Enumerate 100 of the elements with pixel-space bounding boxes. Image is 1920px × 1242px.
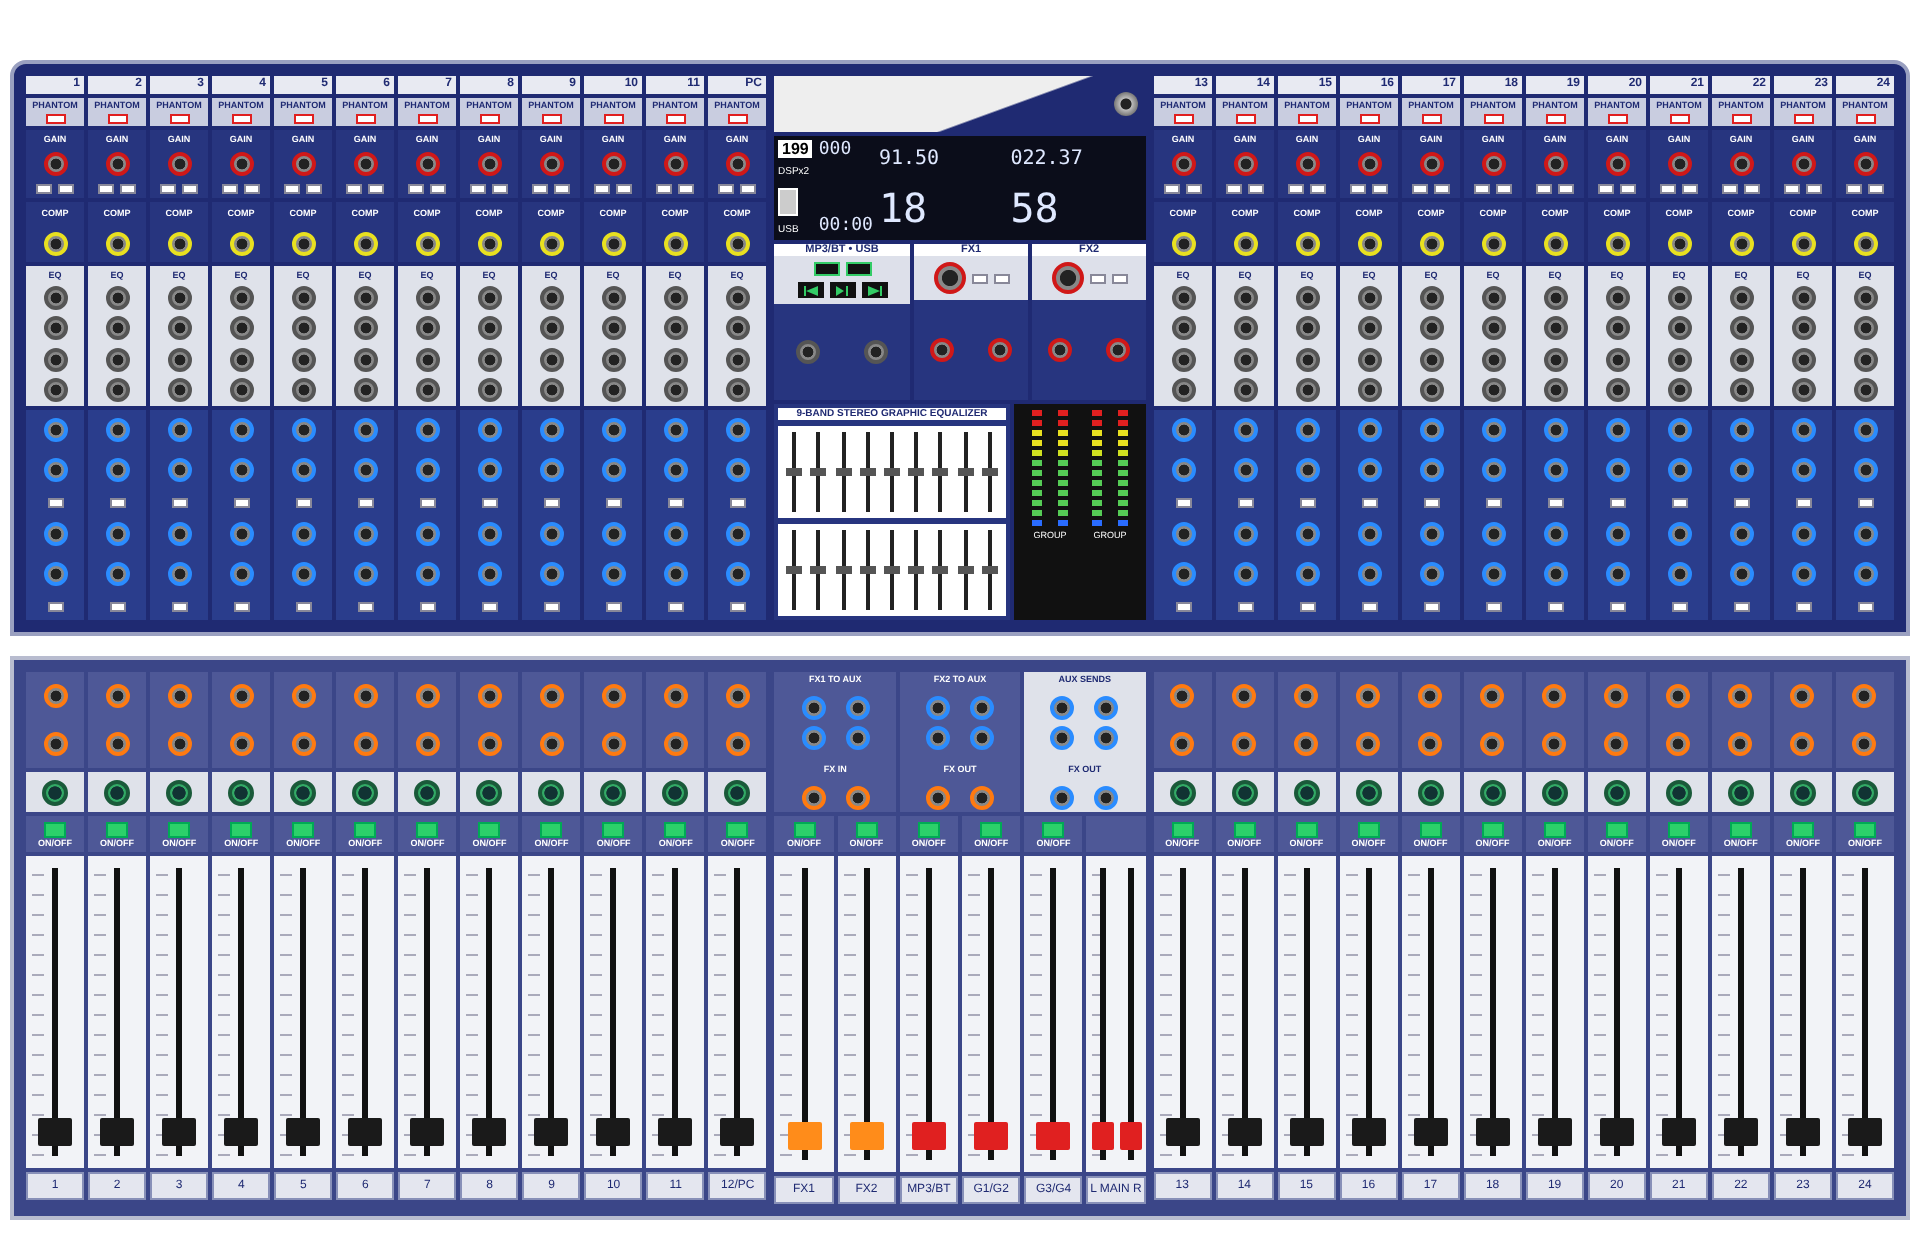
pre-button[interactable]	[1733, 602, 1749, 613]
knob[interactable]	[229, 286, 253, 311]
pre-button[interactable]	[729, 602, 745, 613]
phantom-button[interactable]	[1607, 114, 1627, 124]
knob[interactable]	[415, 732, 440, 756]
knob[interactable]	[1481, 316, 1505, 341]
knob[interactable]	[477, 316, 501, 341]
fader-cap[interactable]	[224, 1118, 259, 1147]
knob[interactable]	[663, 732, 688, 756]
pre-button[interactable]	[543, 497, 559, 508]
knob[interactable]	[1853, 316, 1877, 341]
knob[interactable]	[1094, 785, 1119, 810]
knob[interactable]	[1853, 347, 1877, 372]
pre-button[interactable]	[605, 497, 621, 508]
knob[interactable]	[662, 779, 689, 805]
fader-cap[interactable]	[1785, 1118, 1820, 1147]
knob[interactable]	[663, 347, 687, 372]
knob[interactable]	[801, 785, 826, 810]
fader-cap[interactable]	[658, 1118, 693, 1147]
pre-button[interactable]	[1423, 497, 1439, 508]
pre-button[interactable]	[1609, 602, 1625, 613]
phantom-button[interactable]	[603, 114, 623, 124]
knob[interactable]	[1050, 726, 1075, 751]
knob[interactable]	[353, 347, 377, 372]
knob[interactable]	[477, 684, 502, 708]
fader-cap[interactable]	[720, 1118, 755, 1147]
knob[interactable]	[1171, 378, 1195, 403]
knob[interactable]	[1666, 732, 1691, 756]
knob[interactable]	[1543, 347, 1567, 372]
knob[interactable]	[1232, 732, 1257, 756]
knob[interactable]	[1481, 286, 1505, 311]
knob[interactable]	[105, 684, 130, 708]
knob[interactable]	[167, 347, 191, 372]
knob[interactable]	[1604, 684, 1629, 708]
knob[interactable]	[1295, 286, 1319, 311]
phantom-button[interactable]	[355, 114, 375, 124]
knob[interactable]	[1355, 779, 1382, 805]
pre-button[interactable]	[1609, 497, 1625, 508]
eq-slider[interactable]	[957, 468, 974, 476]
knob[interactable]	[1419, 378, 1443, 403]
eq-slider[interactable]	[932, 468, 949, 476]
knob[interactable]	[229, 684, 254, 708]
knob[interactable]	[1294, 684, 1319, 708]
fader-cap[interactable]	[1537, 1118, 1572, 1147]
pre-button[interactable]	[1423, 602, 1439, 613]
fader-cap[interactable]	[1475, 1118, 1510, 1147]
knob[interactable]	[291, 732, 316, 756]
fader-cap[interactable]	[1723, 1118, 1758, 1147]
pre-button[interactable]	[419, 497, 435, 508]
knob[interactable]	[167, 378, 191, 403]
pre-button[interactable]	[47, 602, 63, 613]
knob[interactable]	[1790, 684, 1815, 708]
fader-cap[interactable]	[162, 1118, 197, 1147]
knob[interactable]	[1852, 684, 1877, 708]
knob[interactable]	[43, 316, 67, 341]
phantom-button[interactable]	[107, 114, 127, 124]
pre-button[interactable]	[481, 497, 497, 508]
knob[interactable]	[725, 732, 750, 756]
knob[interactable]	[1665, 779, 1692, 805]
knob[interactable]	[1853, 378, 1877, 403]
eq-slider[interactable]	[883, 566, 900, 574]
knob[interactable]	[1232, 684, 1257, 708]
phantom-button[interactable]	[479, 114, 499, 124]
phantom-button[interactable]	[1359, 114, 1379, 124]
on-off-button[interactable]	[1295, 821, 1318, 837]
pre-button[interactable]	[481, 602, 497, 613]
knob[interactable]	[414, 779, 441, 805]
knob[interactable]	[1667, 378, 1691, 403]
knob[interactable]	[933, 262, 965, 294]
knob[interactable]	[105, 316, 129, 341]
knob[interactable]	[167, 286, 191, 311]
knob[interactable]	[1605, 347, 1629, 372]
fader-cap[interactable]	[1227, 1118, 1262, 1147]
knob[interactable]	[1791, 286, 1815, 311]
knob[interactable]	[601, 378, 625, 403]
knob[interactable]	[477, 378, 501, 403]
on-off-button[interactable]	[168, 821, 191, 837]
on-off-button[interactable]	[726, 821, 749, 837]
fader-cap[interactable]	[1847, 1118, 1882, 1147]
pre-button[interactable]	[667, 497, 683, 508]
knob[interactable]	[415, 347, 439, 372]
knob[interactable]	[477, 286, 501, 311]
knob[interactable]	[1169, 779, 1196, 805]
phantom-button[interactable]	[293, 114, 313, 124]
play-pause-button[interactable]	[829, 282, 855, 298]
fader-cap[interactable]	[596, 1118, 631, 1147]
phantom-button[interactable]	[1545, 114, 1565, 124]
knob[interactable]	[43, 286, 67, 311]
on-off-button[interactable]	[1419, 821, 1442, 837]
knob[interactable]	[352, 779, 379, 805]
pre-button[interactable]	[1857, 602, 1873, 613]
knob[interactable]	[415, 286, 439, 311]
pre-button[interactable]	[1299, 602, 1315, 613]
pre-button[interactable]	[233, 602, 249, 613]
fader-cap[interactable]	[1599, 1118, 1634, 1147]
knob[interactable]	[1094, 696, 1119, 721]
knob[interactable]	[43, 378, 67, 403]
knob[interactable]	[601, 286, 625, 311]
knob[interactable]	[1295, 347, 1319, 372]
phantom-button[interactable]	[1173, 114, 1193, 124]
